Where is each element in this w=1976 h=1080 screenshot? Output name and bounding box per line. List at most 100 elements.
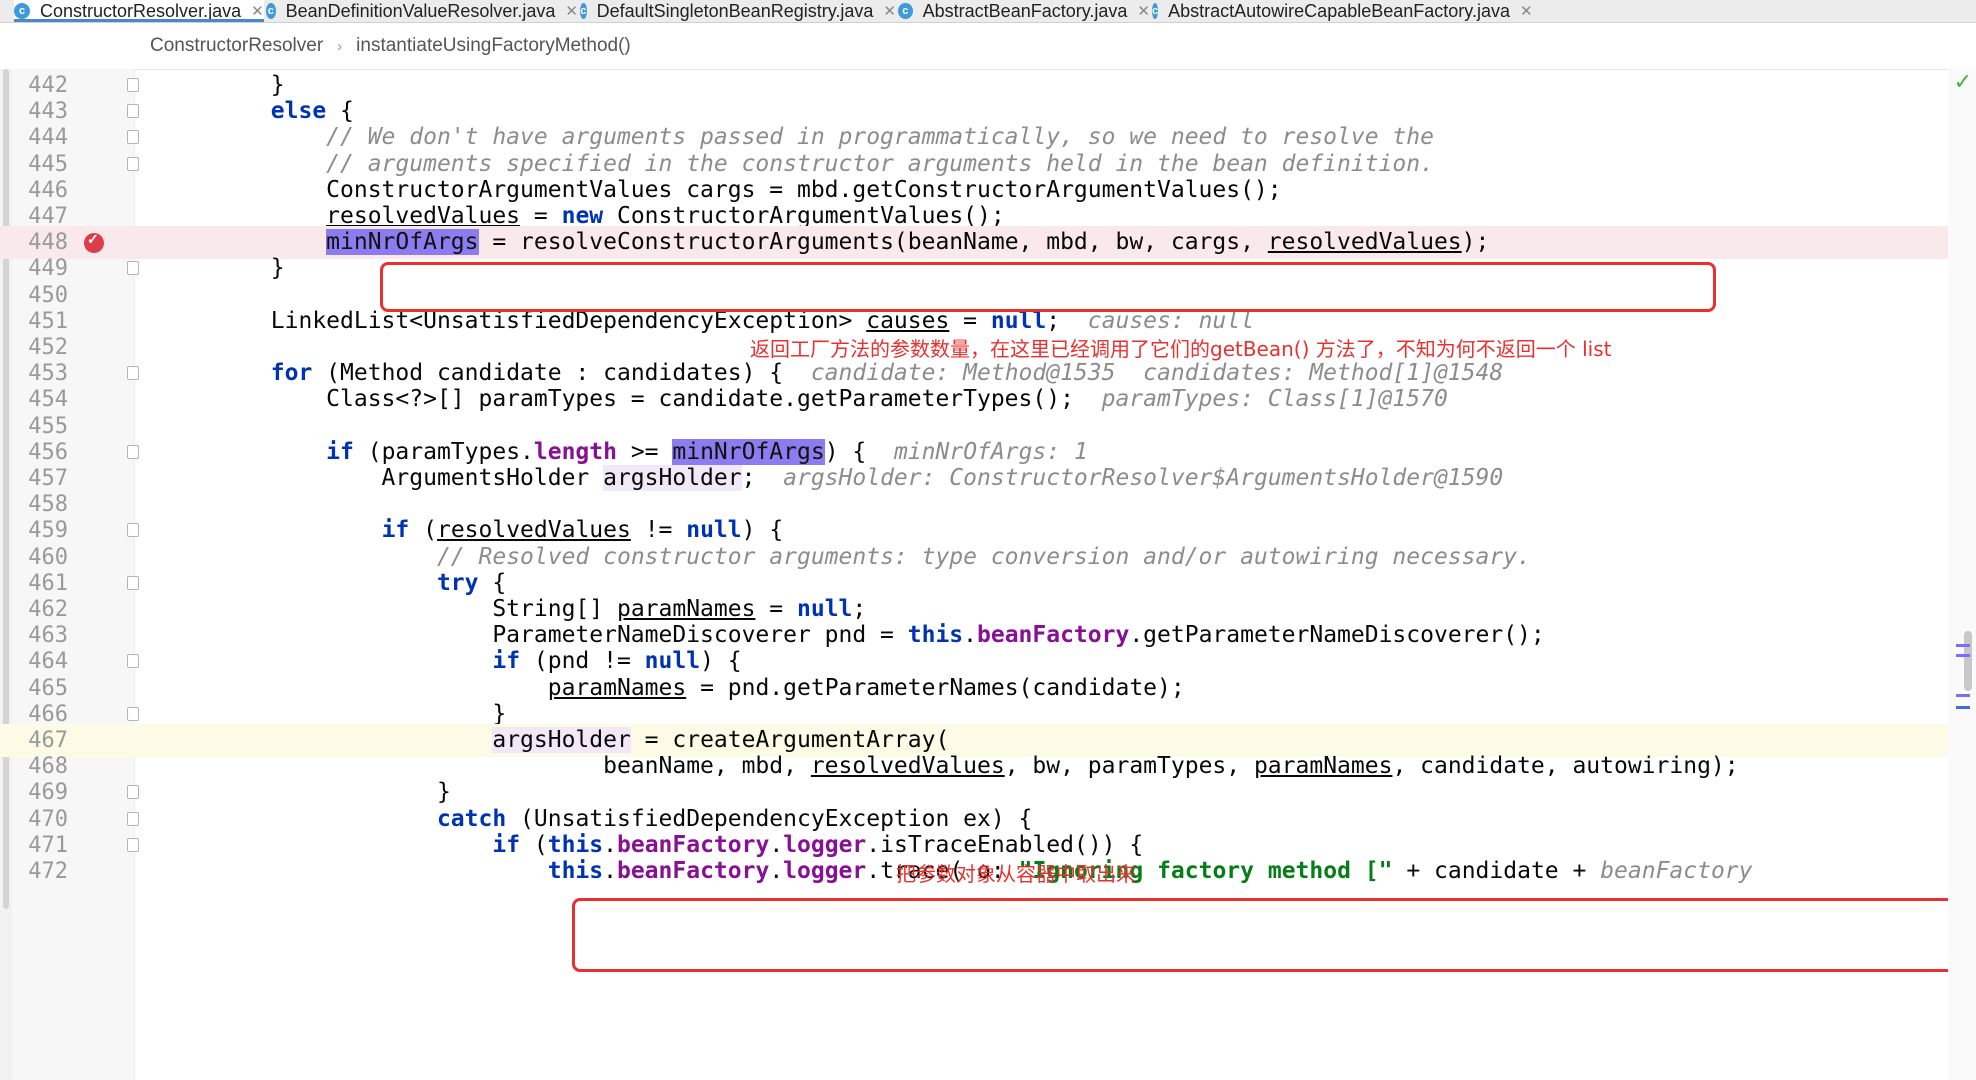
code-token: length bbox=[533, 438, 617, 465]
code-token: ( bbox=[409, 517, 437, 544]
code-token: = bbox=[755, 596, 797, 622]
code-token: if bbox=[326, 438, 354, 465]
fold-marker-icon[interactable] bbox=[127, 156, 139, 171]
tab-label: ConstructorResolver.java bbox=[40, 0, 242, 21]
code-token: .getParameterNameDiscoverer(); bbox=[1129, 622, 1545, 649]
marker-stripe[interactable] bbox=[1956, 706, 1970, 709]
code-token: ParameterNameDiscoverer pnd = bbox=[160, 622, 908, 649]
breadcrumb-class[interactable]: ConstructorResolver bbox=[150, 35, 323, 57]
tab-label: AbstractBeanFactory.java bbox=[922, 0, 1128, 21]
code-token: . bbox=[603, 831, 617, 858]
inspection-ok-check-icon[interactable]: ✓ bbox=[1954, 69, 1972, 95]
code-token: . bbox=[769, 858, 784, 884]
code-token: if bbox=[492, 831, 521, 858]
code-token: else bbox=[270, 98, 327, 125]
close-icon[interactable]: ✕ bbox=[1137, 2, 1150, 20]
code-token: } bbox=[160, 779, 451, 806]
code-token: this bbox=[547, 831, 604, 858]
marker-stripe[interactable] bbox=[1956, 694, 1970, 697]
fold-marker-icon[interactable] bbox=[127, 130, 139, 145]
fold-marker-icon[interactable] bbox=[127, 261, 139, 276]
code-token: != bbox=[630, 517, 687, 544]
code-token: beanFactory bbox=[977, 622, 1130, 649]
code-token: , bw, paramTypes, bbox=[1004, 753, 1254, 780]
code-token: argsHolder: ConstructorResolver$Argument… bbox=[783, 465, 1504, 491]
code-token: ) { bbox=[700, 648, 742, 675]
close-icon[interactable]: ✕ bbox=[1520, 2, 1533, 20]
tab-label: DefaultSingletonBeanRegistry.java bbox=[596, 0, 874, 21]
code-token: // We don't have arguments passed in pro… bbox=[326, 124, 1434, 151]
code-token: for bbox=[270, 360, 313, 387]
tab-4[interactable]: c AbstractAutowireCapableBeanFactory.java… bbox=[1152, 0, 1533, 22]
tab-0[interactable]: c ConstructorResolver.java ✕ bbox=[14, 0, 264, 22]
breadcrumb-method[interactable]: instantiateUsingFactoryMethod() bbox=[356, 35, 631, 57]
marker-stripe[interactable] bbox=[1956, 654, 1970, 657]
java-class-icon: c bbox=[1152, 3, 1159, 19]
code-token: resolvedValues bbox=[1267, 229, 1462, 256]
code-token: beanFactory bbox=[1600, 858, 1753, 884]
code-token: } bbox=[160, 255, 285, 282]
java-class-icon: c bbox=[14, 3, 30, 19]
code-token: String[] bbox=[160, 596, 617, 622]
fold-marker-icon[interactable] bbox=[127, 706, 139, 721]
fold-marker-icon[interactable] bbox=[127, 78, 139, 92]
line-number[interactable]: 472 bbox=[12, 855, 68, 888]
code-token: this bbox=[907, 622, 964, 649]
java-class-icon: c bbox=[580, 3, 587, 19]
vertical-scroll-thumb[interactable] bbox=[1964, 631, 1972, 691]
code-token: logger bbox=[783, 831, 867, 858]
code-token: ; bbox=[741, 465, 784, 491]
fold-marker-icon[interactable] bbox=[127, 811, 139, 826]
code-token: . bbox=[963, 622, 977, 649]
code-token: ConstructorArgumentValues(); bbox=[603, 203, 1005, 229]
code-token: catch bbox=[436, 805, 507, 832]
code-token: try bbox=[436, 569, 479, 596]
code-token: // arguments specified in the constructo… bbox=[326, 150, 1434, 177]
code-token: ; bbox=[852, 596, 867, 622]
code-token: { bbox=[478, 569, 507, 596]
code-token: (Method candidate : candidates) { bbox=[312, 360, 811, 387]
fold-marker-icon[interactable] bbox=[127, 444, 139, 459]
fold-marker-icon[interactable] bbox=[127, 575, 139, 590]
code-token: Class<?>[] paramTypes = candidate.getPar… bbox=[160, 386, 1102, 413]
breadcrumb: ConstructorResolver › instantiateUsingFa… bbox=[0, 23, 1976, 70]
code-token: + candidate + bbox=[1392, 858, 1601, 884]
fold-marker-icon[interactable] bbox=[127, 785, 139, 800]
editor-right-marker-bar[interactable]: ✓ bbox=[1948, 69, 1976, 1080]
code-token: beanName, mbd, bbox=[160, 753, 811, 780]
tab-3[interactable]: c AbstractBeanFactory.java ✕ bbox=[898, 0, 1150, 22]
close-icon[interactable]: ✕ bbox=[251, 2, 264, 20]
code-token: paramTypes: Class[1]@1570 bbox=[1101, 386, 1448, 413]
code-token: paramNames bbox=[547, 674, 687, 701]
fold-marker-icon[interactable] bbox=[127, 366, 139, 381]
code-token: argsHolder bbox=[603, 465, 742, 491]
code-token: paramNames bbox=[1253, 753, 1393, 780]
tab-2[interactable]: c DefaultSingletonBeanRegistry.java ✕ bbox=[580, 0, 896, 22]
code-token: ) { bbox=[824, 438, 894, 465]
fold-marker-icon[interactable] bbox=[127, 104, 139, 119]
fold-marker-icon[interactable] bbox=[127, 837, 139, 852]
close-icon[interactable]: ✕ bbox=[883, 2, 896, 20]
code-token: minNrOfArgs bbox=[672, 438, 825, 465]
code-token: ) { bbox=[741, 517, 784, 544]
code-token: logger bbox=[783, 858, 867, 884]
breakpoint-icon[interactable] bbox=[84, 231, 104, 254]
code-token: (pnd != bbox=[520, 648, 645, 675]
code-token: ArgumentsHolder bbox=[160, 465, 604, 491]
code-token: (paramTypes. bbox=[353, 438, 534, 465]
code-token: resolvedValues bbox=[326, 203, 521, 229]
close-icon[interactable]: ✕ bbox=[565, 2, 578, 20]
tab-1[interactable]: c BeanDefinitionValueResolver.java ✕ bbox=[266, 0, 578, 22]
fold-marker-icon[interactable] bbox=[127, 523, 139, 538]
fold-marker-icon[interactable] bbox=[127, 654, 139, 669]
marker-stripe[interactable] bbox=[1956, 644, 1970, 647]
code-token: .isTraceEnabled()) { bbox=[866, 831, 1144, 858]
